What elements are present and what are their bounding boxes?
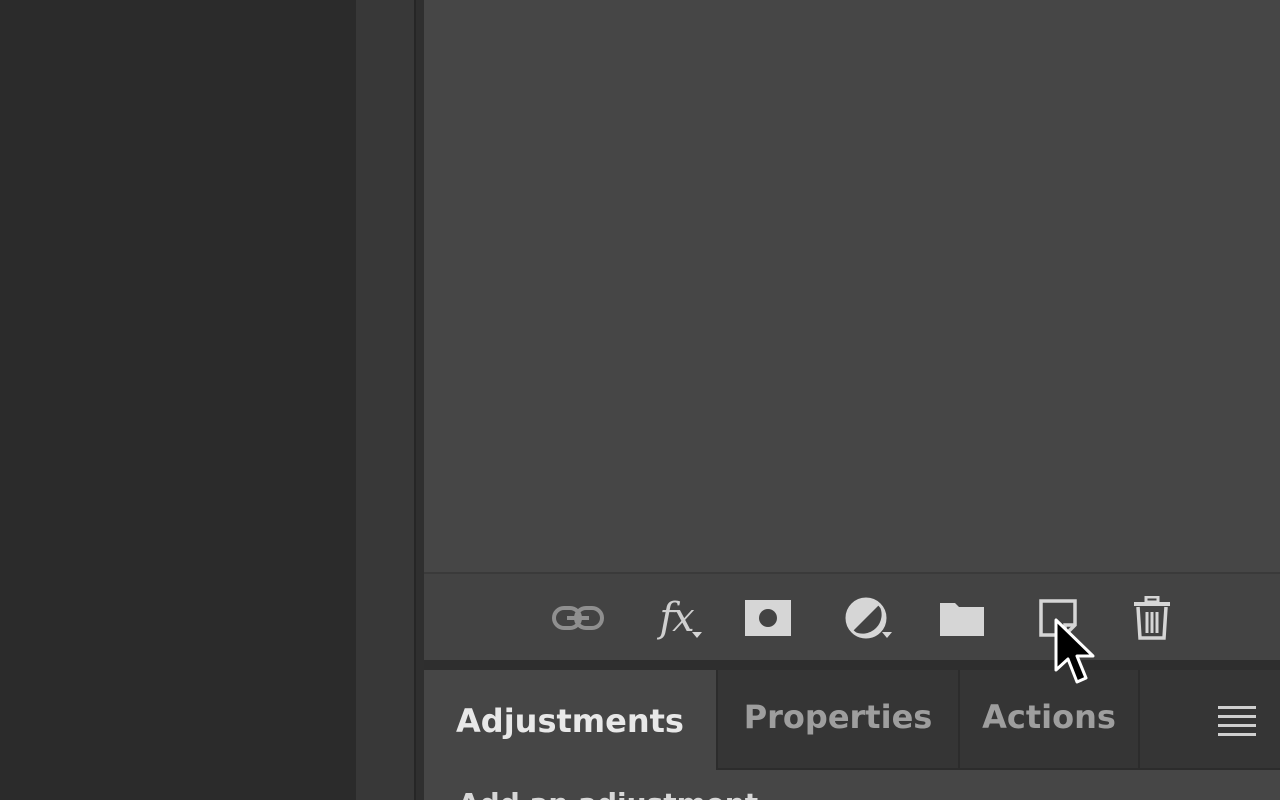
panel-menu-icon[interactable]	[1218, 706, 1256, 736]
layer-style-button[interactable]: fx	[648, 594, 704, 642]
adjustment-circle-icon	[845, 597, 887, 639]
dropdown-caret-icon	[692, 632, 702, 638]
layers-panel: fx	[424, 0, 1280, 662]
delete-layer-button[interactable]	[1124, 594, 1180, 642]
trash-icon	[1134, 596, 1170, 640]
photoshop-workspace: fx Adjustments Properties Actions	[0, 0, 1280, 800]
panel-tab-row: Adjustments Properties Actions	[424, 670, 1280, 800]
adjustments-panel-group: Adjustments Properties Actions Add an ad…	[424, 670, 1280, 800]
tab-actions[interactable]: Actions	[958, 670, 1138, 770]
fx-icon: fx	[659, 595, 694, 641]
folder-icon	[940, 603, 984, 636]
new-layer-icon	[1039, 599, 1077, 637]
add-mask-button[interactable]	[740, 594, 796, 642]
panel-dock-divider[interactable]	[414, 0, 424, 800]
link-layers-button[interactable]	[550, 594, 606, 642]
new-group-button[interactable]	[934, 594, 990, 642]
dropdown-caret-icon	[882, 632, 892, 638]
new-layer-button[interactable]	[1030, 594, 1086, 642]
panel-separator[interactable]	[424, 660, 1280, 670]
adjustments-panel-body: Add an adjustment	[424, 770, 1280, 800]
mask-icon	[745, 600, 791, 636]
adjustments-subtitle: Add an adjustment	[458, 790, 758, 800]
layers-panel-footer: fx	[424, 572, 1280, 660]
tab-row-filler	[1138, 670, 1280, 770]
new-adjustment-layer-button[interactable]	[838, 594, 894, 642]
document-canvas-area[interactable]	[0, 0, 356, 800]
link-icon	[552, 606, 604, 630]
tab-properties[interactable]: Properties	[716, 670, 958, 770]
layers-list[interactable]	[424, 0, 1280, 572]
panel-icon-strip	[356, 0, 414, 800]
